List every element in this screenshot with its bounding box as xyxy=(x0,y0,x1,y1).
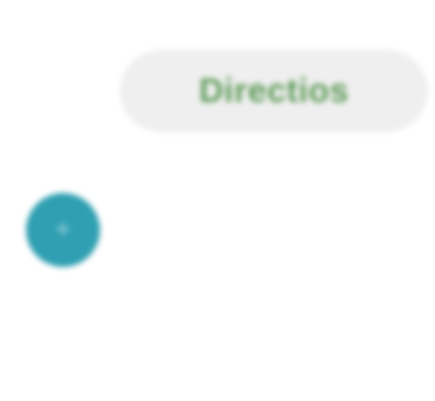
directions-label: Directios xyxy=(199,71,349,110)
directions-button[interactable]: Directios xyxy=(120,50,428,132)
floating-action-button[interactable]: + xyxy=(26,193,100,267)
page: Directios + xyxy=(0,0,435,401)
plus-icon: + xyxy=(53,217,73,242)
